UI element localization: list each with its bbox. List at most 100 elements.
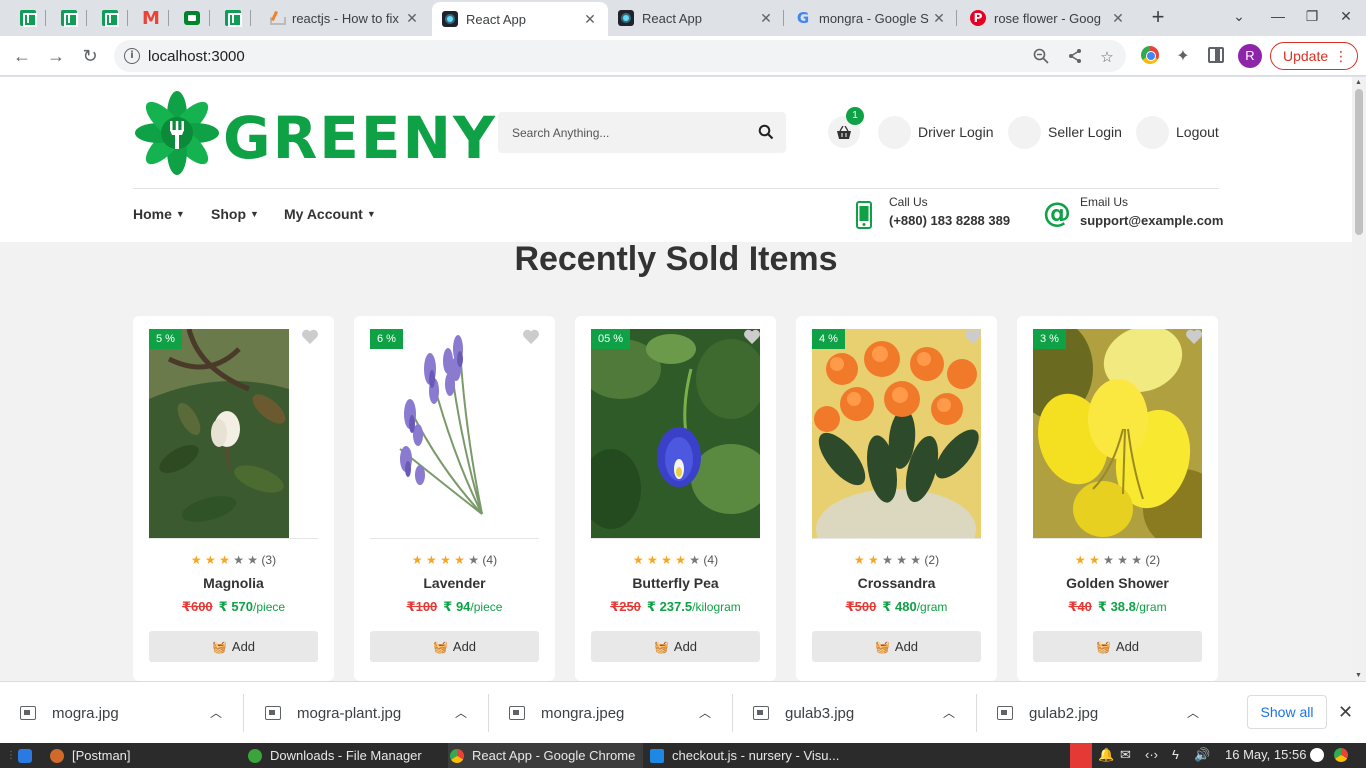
- search-input[interactable]: [498, 112, 748, 153]
- heart-icon[interactable]: [301, 329, 319, 345]
- chevron-up-icon[interactable]: ︿: [455, 704, 467, 721]
- heart-icon[interactable]: [743, 329, 761, 345]
- back-button[interactable]: ←: [10, 44, 34, 68]
- close-tab-icon[interactable]: ✕: [1110, 10, 1126, 27]
- chevron-up-icon[interactable]: ︿: [210, 704, 222, 721]
- nav-home[interactable]: Home ▼: [133, 206, 185, 222]
- call-us-number[interactable]: (+880) 183 8288 389: [889, 213, 1010, 228]
- update-button[interactable]: Update ⋮: [1270, 42, 1358, 70]
- bookmark-star-icon[interactable]: ☆: [1098, 48, 1116, 66]
- show-all-downloads-button[interactable]: Show all: [1247, 695, 1327, 729]
- close-tab-icon[interactable]: ✕: [404, 10, 420, 27]
- scrollbar-thumb[interactable]: [1355, 89, 1363, 235]
- product-image[interactable]: [149, 329, 318, 538]
- download-item[interactable]: gulab2.jpg ︿: [977, 682, 1221, 744]
- product-image[interactable]: [591, 329, 760, 538]
- profile-avatar[interactable]: R: [1238, 44, 1262, 68]
- scroll-up-arrow-icon[interactable]: ▲: [1355, 79, 1362, 86]
- tab-pinterest[interactable]: P rose flower - Goog ✕: [960, 4, 1136, 32]
- product-image[interactable]: [812, 329, 981, 538]
- add-to-cart-button[interactable]: 🧺 Add: [591, 631, 760, 662]
- download-item[interactable]: mongra.jpeg ︿: [489, 682, 733, 744]
- tab-search-chevron-icon[interactable]: ⌄: [1229, 8, 1249, 25]
- minimize-button[interactable]: —: [1268, 8, 1288, 24]
- address-bar[interactable]: i localhost:3000 ☆: [114, 40, 1126, 72]
- more-menu-icon[interactable]: ⋮: [1334, 47, 1348, 65]
- tray-anydesk-icon[interactable]: [1070, 743, 1092, 768]
- product-image[interactable]: [370, 329, 539, 538]
- product-name[interactable]: Butterfly Pea: [575, 575, 776, 591]
- site-info-icon[interactable]: i: [124, 48, 140, 64]
- logout-link[interactable]: Logout: [1136, 115, 1219, 149]
- product-name[interactable]: Lavender: [354, 575, 555, 591]
- forward-button[interactable]: →: [44, 44, 68, 68]
- download-item[interactable]: gulab3.jpg ︿: [733, 682, 977, 744]
- tab-stackoverflow[interactable]: reactjs - How to fix ✕: [258, 4, 430, 32]
- close-tab-icon[interactable]: ✕: [582, 11, 598, 28]
- chevron-up-icon[interactable]: ︿: [1187, 704, 1199, 721]
- new-tab-button[interactable]: +: [1146, 6, 1170, 30]
- logout-label: Logout: [1176, 124, 1219, 140]
- reload-button[interactable]: ↻: [78, 44, 102, 68]
- add-to-cart-button[interactable]: 🧺 Add: [1033, 631, 1202, 662]
- close-tab-icon[interactable]: ✕: [758, 10, 774, 27]
- network-icon[interactable]: ‹·›: [1145, 747, 1158, 762]
- chevron-up-icon[interactable]: ︿: [943, 704, 955, 721]
- heart-icon[interactable]: [964, 329, 982, 345]
- app-menu-button[interactable]: [18, 743, 40, 768]
- tray-chrome-icon[interactable]: [1334, 748, 1348, 762]
- tray-app-icon[interactable]: [1310, 748, 1324, 762]
- volume-icon[interactable]: 🔊: [1194, 747, 1210, 763]
- close-tab-icon[interactable]: ✕: [931, 10, 947, 27]
- product-name[interactable]: Golden Shower: [1017, 575, 1218, 591]
- pinned-tab-sheets-3[interactable]: [92, 6, 128, 30]
- download-item[interactable]: mogra-plant.jpg ︿: [245, 682, 489, 744]
- add-to-cart-button[interactable]: 🧺 Add: [812, 631, 981, 662]
- power-icon[interactable]: ϟ: [1172, 747, 1179, 762]
- logo-text: GREENY: [223, 104, 498, 172]
- seller-login-link[interactable]: Seller Login: [1008, 115, 1122, 149]
- close-window-button[interactable]: ✕: [1336, 8, 1356, 25]
- greeny-logo[interactable]: GREENY: [133, 91, 495, 175]
- chevron-up-icon[interactable]: ︿: [699, 704, 711, 721]
- pinned-tab-sheets-1[interactable]: [10, 6, 46, 30]
- tab-google-search[interactable]: G mongra - Google S ✕: [785, 4, 957, 32]
- side-panel-icon[interactable]: [1208, 47, 1224, 63]
- search-icon[interactable]: [758, 124, 774, 140]
- nav-my-account[interactable]: My Account ▼: [284, 206, 376, 222]
- mail-icon[interactable]: ✉: [1120, 747, 1131, 763]
- notification-bell-icon[interactable]: 🔔: [1098, 747, 1114, 763]
- zoom-icon[interactable]: [1032, 48, 1050, 68]
- restore-button[interactable]: ❐: [1302, 8, 1322, 25]
- close-downloads-icon[interactable]: ✕: [1338, 702, 1353, 723]
- url-text[interactable]: localhost:3000: [148, 48, 245, 65]
- share-icon[interactable]: [1066, 48, 1084, 68]
- product-image[interactable]: [1033, 329, 1202, 538]
- email-us-address[interactable]: support@example.com: [1080, 213, 1223, 228]
- scroll-down-arrow-icon[interactable]: ▼: [1355, 672, 1362, 679]
- chrome-extension-icon[interactable]: [1141, 46, 1159, 64]
- heart-icon[interactable]: [522, 329, 540, 345]
- driver-login-link[interactable]: Driver Login: [878, 115, 993, 149]
- product-name[interactable]: Magnolia: [133, 575, 334, 591]
- add-to-cart-button[interactable]: 🧺 Add: [370, 631, 539, 662]
- taskbar-item-file-manager[interactable]: Downloads - File Manager: [248, 743, 422, 768]
- clock[interactable]: 16 May, 15:56: [1225, 747, 1306, 762]
- page-scrollbar[interactable]: ▲ ▼: [1352, 77, 1366, 681]
- taskbar-item-vscode[interactable]: checkout.js - nursery - Visu...: [650, 743, 839, 768]
- heart-icon[interactable]: [1185, 329, 1203, 345]
- tab-react-app-active[interactable]: React App ✕: [432, 2, 608, 36]
- extensions-puzzle-icon[interactable]: ✦: [1174, 46, 1192, 65]
- pinned-tab-sheets-2[interactable]: [51, 6, 87, 30]
- pinned-tab-chat[interactable]: [174, 6, 210, 30]
- download-item[interactable]: mogra.jpg ︿: [0, 682, 244, 744]
- pinned-tab-sheets-4[interactable]: [215, 6, 251, 30]
- price-unit: /piece: [470, 600, 503, 614]
- add-to-cart-button[interactable]: 🧺 Add: [149, 631, 318, 662]
- taskbar-item-postman[interactable]: [Postman]: [50, 743, 131, 768]
- taskbar-item-chrome[interactable]: React App - Google Chrome: [448, 743, 644, 768]
- nav-shop[interactable]: Shop ▼: [211, 206, 259, 222]
- product-name[interactable]: Crossandra: [796, 575, 997, 591]
- tab-react-app[interactable]: React App ✕: [608, 4, 784, 32]
- pinned-tab-gmail[interactable]: [133, 6, 169, 30]
